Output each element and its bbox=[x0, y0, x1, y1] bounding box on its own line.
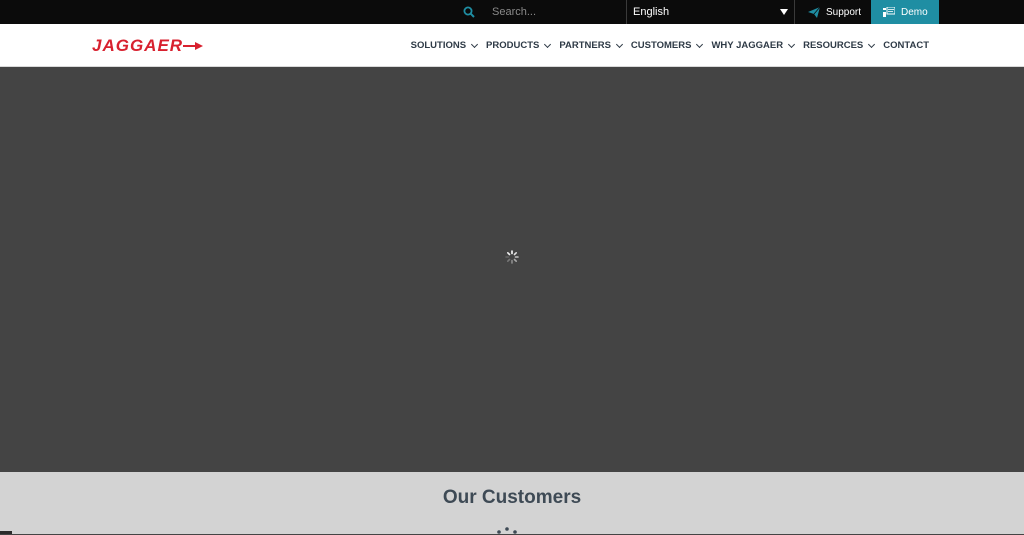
demo-button[interactable]: Demo bbox=[871, 0, 939, 24]
jaggaer-logo[interactable]: JAGGAER bbox=[92, 36, 204, 56]
demo-label: Demo bbox=[901, 6, 928, 18]
nav-label: SOLUTIONS bbox=[410, 40, 467, 51]
demo-icon bbox=[883, 6, 895, 17]
spinner-icon bbox=[505, 250, 519, 264]
paper-plane-icon bbox=[808, 6, 820, 18]
nav-solutions[interactable]: SOLUTIONS bbox=[410, 40, 479, 51]
nav-resources[interactable]: RESOURCES bbox=[803, 40, 876, 51]
language-value: English bbox=[633, 6, 670, 18]
nav-label: CONTACT bbox=[883, 40, 929, 51]
nav-contact[interactable]: CONTACT bbox=[883, 40, 929, 51]
nav-label: RESOURCES bbox=[803, 40, 864, 51]
search-icon bbox=[463, 6, 475, 18]
nav-label: CUSTOMERS bbox=[630, 40, 692, 51]
chevron-down-icon bbox=[544, 40, 552, 48]
support-link[interactable]: Support bbox=[796, 0, 871, 24]
nav-customers[interactable]: CUSTOMERS bbox=[630, 40, 704, 51]
logo-text: JAGGAER bbox=[92, 36, 184, 55]
customers-section: Our Customers bbox=[0, 472, 1024, 534]
search-input[interactable] bbox=[486, 2, 620, 22]
logo-arrow-icon bbox=[183, 42, 204, 50]
nav-label: WHY JAGGAER bbox=[711, 40, 784, 51]
search-button[interactable] bbox=[458, 0, 480, 24]
support-label: Support bbox=[826, 6, 862, 18]
chevron-down-icon bbox=[868, 40, 876, 48]
nav-label: PRODUCTS bbox=[486, 40, 540, 51]
site-header: JAGGAER SOLUTIONS PRODUCTS PARTNERS CUST… bbox=[0, 24, 1024, 67]
nav-why-jaggaer[interactable]: WHY JAGGAER bbox=[711, 40, 796, 51]
nav-products[interactable]: PRODUCTS bbox=[486, 40, 552, 51]
utility-bar: English Support Demo bbox=[0, 0, 1024, 24]
main-nav: SOLUTIONS PRODUCTS PARTNERS CUSTOMERS WH… bbox=[411, 24, 929, 67]
chevron-down-icon bbox=[615, 40, 623, 48]
nav-partners[interactable]: PARTNERS bbox=[559, 40, 623, 51]
hero-loading-area bbox=[0, 67, 1024, 472]
customers-heading: Our Customers bbox=[442, 487, 582, 508]
chevron-down-icon bbox=[471, 40, 479, 48]
language-select[interactable]: English bbox=[626, 0, 795, 24]
caret-down-icon bbox=[780, 9, 788, 15]
chevron-down-icon bbox=[696, 40, 704, 48]
nav-label: PARTNERS bbox=[559, 40, 611, 51]
chevron-down-icon bbox=[788, 40, 796, 48]
